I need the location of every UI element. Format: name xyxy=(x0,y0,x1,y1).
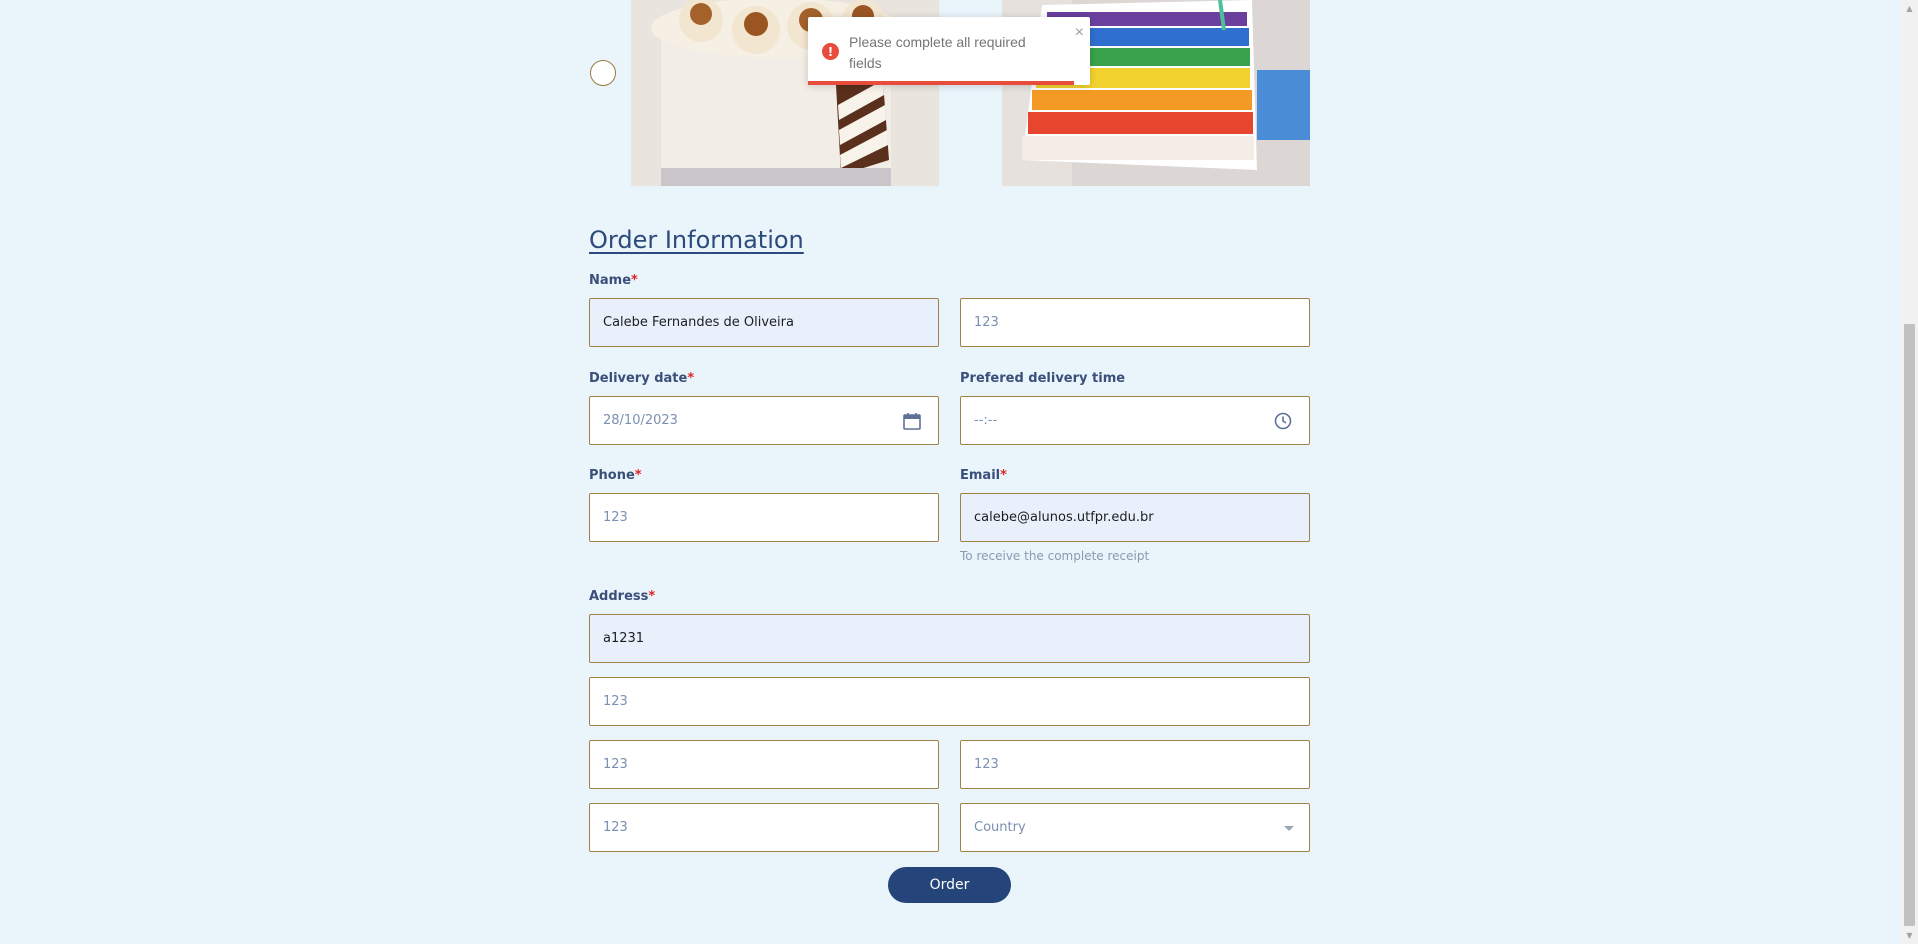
required-mark: * xyxy=(634,468,642,483)
phone-label-text: Phone xyxy=(589,468,635,483)
email-label: Email* xyxy=(960,468,1007,483)
email-input[interactable]: calebe@alunos.utfpr.edu.br xyxy=(960,493,1310,542)
email-hint: To receive the complete receipt xyxy=(960,549,1150,563)
cake-option-radio[interactable] xyxy=(590,60,616,86)
delivery-date-label-text: Delivery date xyxy=(589,371,688,386)
country-select-placeholder: Country xyxy=(974,820,1026,835)
name-label: Name* xyxy=(589,273,638,288)
email-label-text: Email xyxy=(960,468,1001,483)
address-line1-input[interactable]: a1231 xyxy=(589,614,1310,663)
toast-progress-bar xyxy=(808,81,1074,85)
required-mark: * xyxy=(648,589,656,604)
chevron-down-icon xyxy=(1284,826,1294,831)
scroll-down-arrow-icon[interactable]: ▼ xyxy=(1901,927,1918,944)
address-line2-input[interactable]: 123 xyxy=(589,677,1310,726)
scroll-up-arrow-icon[interactable]: ▲ xyxy=(1901,0,1918,17)
delivery-time-placeholder: --:-- xyxy=(974,413,998,428)
state-input-placeholder: 123 xyxy=(974,757,999,772)
address-label: Address* xyxy=(589,589,655,604)
toast-message: Please complete all required fields xyxy=(849,34,1026,71)
name-input[interactable]: Calebe Fernandes de Oliveira xyxy=(589,298,939,347)
close-icon[interactable]: × xyxy=(1075,25,1084,41)
clock-icon[interactable] xyxy=(1273,411,1293,431)
zip-input[interactable]: 123 xyxy=(589,803,939,852)
phone-input-placeholder: 123 xyxy=(603,510,628,525)
city-input-placeholder: 123 xyxy=(603,757,628,772)
email-input-value: calebe@alunos.utfpr.edu.br xyxy=(974,510,1154,525)
surname-input-placeholder: 123 xyxy=(974,315,999,330)
phone-input[interactable]: 123 xyxy=(589,493,939,542)
error-toast: ! Please complete all required fields × xyxy=(808,17,1090,85)
scrollbar-thumb[interactable] xyxy=(1904,324,1915,926)
name-input-value: Calebe Fernandes de Oliveira xyxy=(603,315,794,330)
country-select[interactable]: Country xyxy=(960,803,1310,852)
delivery-time-input[interactable]: --:-- xyxy=(960,396,1310,445)
zip-input-placeholder: 123 xyxy=(603,820,628,835)
surname-input[interactable]: 123 xyxy=(960,298,1310,347)
required-mark: * xyxy=(631,273,638,288)
phone-label: Phone* xyxy=(589,468,642,483)
required-mark: * xyxy=(687,371,695,386)
city-input[interactable]: 123 xyxy=(589,740,939,789)
delivery-date-input[interactable]: 28/10/2023 xyxy=(589,396,939,445)
order-button[interactable]: Order xyxy=(888,867,1011,903)
address-line1-value: a1231 xyxy=(603,631,645,646)
page-title: Order Information xyxy=(589,226,804,254)
name-label-text: Name xyxy=(589,273,632,288)
error-icon: ! xyxy=(822,43,839,60)
delivery-time-label: Prefered delivery time xyxy=(960,371,1126,386)
page-scrollbar[interactable]: ▲ ▼ xyxy=(1901,0,1918,944)
delivery-date-label: Delivery date* xyxy=(589,371,694,386)
calendar-icon[interactable] xyxy=(902,411,922,431)
state-input[interactable]: 123 xyxy=(960,740,1310,789)
required-mark: * xyxy=(1000,468,1007,483)
address-label-text: Address xyxy=(589,589,649,604)
delivery-date-value: 28/10/2023 xyxy=(603,413,678,428)
address-line2-placeholder: 123 xyxy=(603,694,628,709)
